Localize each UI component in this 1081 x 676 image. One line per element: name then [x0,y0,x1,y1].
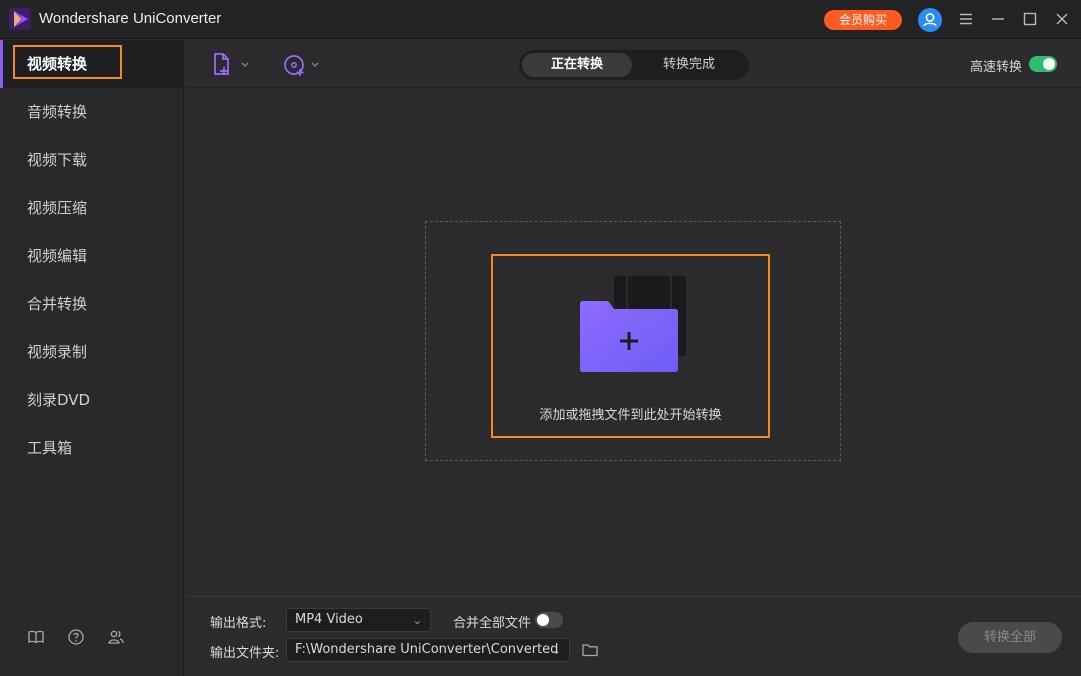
chevron-down-icon: ⌄ [551,644,561,657]
sidebar-item-video-edit[interactable]: 视频编辑 [0,232,184,280]
open-folder-icon[interactable] [581,641,599,659]
close-icon[interactable] [1052,9,1072,29]
toggle-knob [1043,58,1055,70]
toggle-knob [537,614,549,626]
user-icon [923,13,937,27]
tab-converting[interactable]: 正在转换 [522,53,632,77]
high-speed-label: 高速转换 [970,60,1023,75]
add-folder-icon[interactable] [578,274,688,374]
sidebar-item-audio-convert[interactable]: 音频转换 [0,88,184,136]
sidebar-item-merge[interactable]: 合并转换 [0,280,184,328]
app-logo-icon [9,8,31,30]
output-folder-label: 输出文件夹: [210,646,280,661]
minimize-icon[interactable] [988,9,1008,29]
add-file-button[interactable] [210,52,252,78]
merge-all-label: 合并全部文件 [453,616,532,631]
output-format-label: 输出格式: [210,616,267,631]
vip-purchase-button[interactable]: 会员购买 [824,10,902,30]
chevron-down-icon: ⌄ [412,614,422,627]
output-format-value: MP4 Video [295,612,363,627]
sidebar-item-record[interactable]: 视频录制 [0,328,184,376]
help-icon[interactable] [67,628,85,646]
users-icon[interactable] [107,628,125,646]
high-speed-toggle[interactable] [1029,56,1057,72]
tab-converted[interactable]: 转换完成 [634,53,744,77]
add-file-icon [214,53,249,75]
sidebar-item-toolbox[interactable]: 工具箱 [0,424,184,472]
maximize-icon[interactable] [1020,9,1040,29]
menu-icon[interactable] [956,9,976,29]
sidebar-item-video-compress[interactable]: 视频压缩 [0,184,184,232]
book-icon[interactable] [27,628,45,646]
sidebar-item-video-download[interactable]: 视频下载 [0,136,184,184]
drop-hint-text: 添加或拖拽文件到此处开始转换 [539,408,722,423]
sidebar-item-burn-dvd[interactable]: 刻录DVD [0,376,184,424]
sidebar: 视频转换 音频转换 视频下载 视频压缩 视频编辑 合并转换 视频录制 刻录DVD… [0,40,184,676]
user-avatar[interactable] [918,8,942,32]
add-dvd-icon [284,55,319,76]
app-title: Wondershare UniConverter [39,10,222,27]
output-folder-select[interactable]: F:\Wondershare UniConverter\Converted ⌄ [286,638,570,662]
output-format-select[interactable]: MP4 Video ⌄ [286,608,431,632]
highlight-annotation [13,45,122,79]
merge-all-toggle[interactable] [535,612,563,628]
add-disc-button[interactable] [282,52,324,78]
title-bar: Wondershare UniConverter 会员购买 [0,0,1081,39]
convert-status-tabs: 正在转换 转换完成 [519,50,749,80]
convert-all-button[interactable]: 转换全部 [958,622,1062,653]
output-folder-value: F:\Wondershare UniConverter\Converted [295,642,559,657]
